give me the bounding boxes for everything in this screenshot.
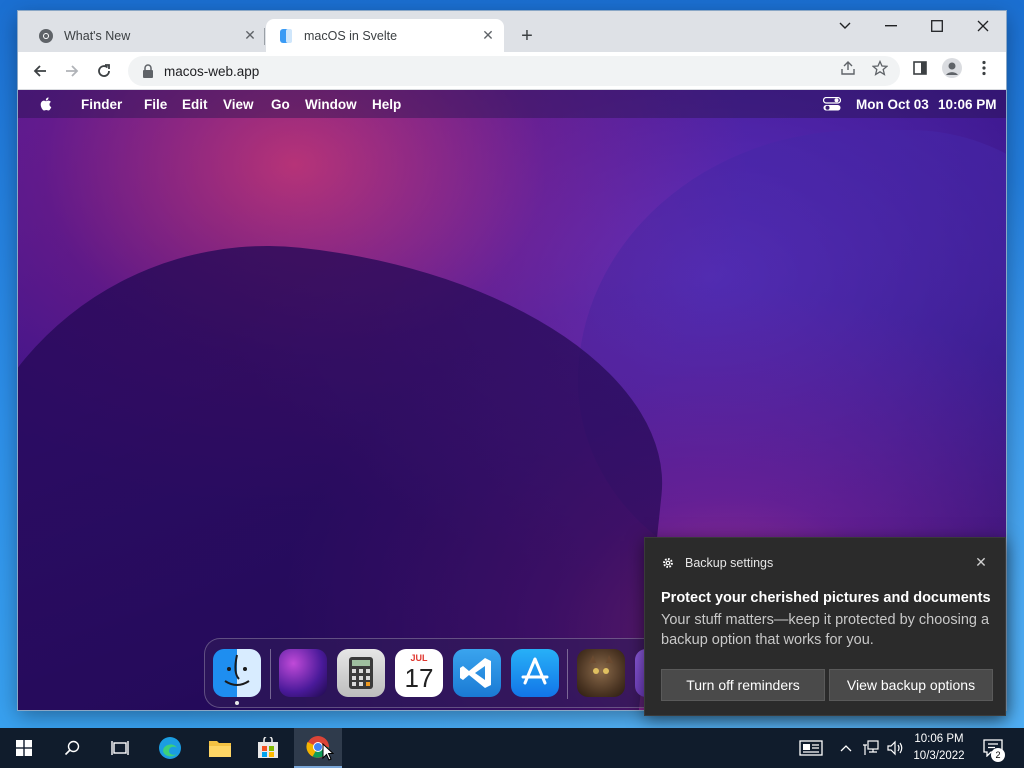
- gear-icon: [663, 558, 673, 568]
- task-view-icon[interactable]: [96, 728, 144, 768]
- tab-whats-new[interactable]: What's New ✕: [26, 19, 266, 52]
- side-panel-icon[interactable]: [909, 57, 931, 79]
- notification-app-name: Backup settings: [685, 556, 774, 570]
- browser-toolbar: macos-web.app: [18, 52, 1006, 90]
- url-text: macos-web.app: [164, 63, 260, 79]
- chevron-up-icon[interactable]: [836, 728, 856, 768]
- windows-taskbar: 10:06 PM 10/3/2022 2: [0, 728, 1024, 768]
- notification-title: Protect your cherished pictures and docu…: [661, 590, 991, 606]
- control-center-icon[interactable]: [823, 97, 841, 111]
- launchpad-icon[interactable]: [279, 649, 327, 697]
- search-icon[interactable]: [48, 728, 96, 768]
- menu-view[interactable]: View: [223, 97, 254, 112]
- kebab-menu-icon[interactable]: [973, 57, 995, 79]
- calculator-icon[interactable]: [337, 649, 385, 697]
- menu-app-finder[interactable]: Finder: [81, 97, 122, 112]
- finder-favicon-icon: [278, 28, 294, 44]
- menu-edit[interactable]: Edit: [182, 97, 208, 112]
- tab-title: macOS in Svelte: [304, 28, 398, 43]
- menu-help[interactable]: Help: [372, 97, 401, 112]
- tab-macos-in-svelte[interactable]: macOS in Svelte ✕: [266, 19, 504, 52]
- windows-notification: Backup settings ✕ Protect your cherished…: [644, 537, 1006, 716]
- notification-message: Your stuff matters—keep it protected by …: [661, 612, 990, 648]
- share-icon[interactable]: [837, 57, 859, 79]
- start-windows-icon[interactable]: [0, 728, 48, 768]
- microsoft-store-icon[interactable]: [244, 728, 292, 768]
- notification-count-badge: 2: [991, 748, 1005, 762]
- macos-menubar: Finder File Edit View Go Window Help Mon…: [18, 90, 1006, 118]
- menu-window[interactable]: Window: [305, 97, 357, 112]
- action-center-icon[interactable]: [978, 728, 1008, 768]
- back-icon[interactable]: [27, 58, 53, 84]
- wallpaper-shape: [18, 214, 684, 710]
- taskbar-date: 10/3/2022: [913, 750, 965, 762]
- new-tab-icon[interactable]: +: [515, 24, 539, 48]
- maximize-icon[interactable]: [914, 11, 960, 41]
- notification-header: Backup settings: [661, 556, 773, 570]
- news-widget-icon[interactable]: [796, 728, 826, 768]
- finder-icon[interactable]: [213, 649, 261, 697]
- profile-avatar-icon[interactable]: [941, 57, 963, 79]
- cat-photo-icon[interactable]: [577, 649, 625, 697]
- menu-file[interactable]: File: [144, 97, 167, 112]
- macos-dock: JUL 17: [204, 638, 675, 708]
- calendar-month: JUL: [410, 653, 428, 663]
- taskbar-time: 10:06 PM: [914, 733, 964, 745]
- address-bar[interactable]: macos-web.app: [128, 56, 900, 86]
- calendar-icon[interactable]: JUL 17: [395, 649, 443, 697]
- file-explorer-icon[interactable]: [196, 728, 244, 768]
- menubar-time: 10:06 PM: [938, 97, 997, 112]
- dock-divider: [567, 649, 568, 699]
- tab-title: What's New: [64, 28, 131, 43]
- reload-icon[interactable]: [91, 58, 117, 84]
- minimize-icon[interactable]: [868, 11, 914, 41]
- volume-icon[interactable]: [884, 728, 906, 768]
- chrome-taskbar-icon[interactable]: [294, 728, 342, 768]
- menu-go[interactable]: Go: [271, 97, 290, 112]
- calendar-day: 17: [404, 663, 434, 693]
- lock-icon: [143, 64, 153, 78]
- app-store-icon[interactable]: [511, 649, 559, 697]
- running-indicator: [235, 701, 239, 705]
- dock-divider: [270, 649, 271, 699]
- turn-off-reminders-button[interactable]: Turn off reminders: [661, 669, 825, 701]
- chrome-icon: [38, 28, 54, 44]
- view-backup-options-button[interactable]: View backup options: [829, 669, 993, 701]
- forward-icon[interactable]: [59, 58, 85, 84]
- mouse-cursor-icon: [322, 743, 334, 761]
- tab-strip: What's New ✕ macOS in Svelte ✕ +: [18, 11, 1006, 52]
- chevron-down-icon[interactable]: [822, 11, 868, 41]
- bookmark-star-icon[interactable]: [869, 57, 891, 79]
- close-tab-icon[interactable]: ✕: [478, 26, 498, 46]
- network-icon[interactable]: [860, 728, 882, 768]
- close-tab-icon[interactable]: ✕: [240, 26, 260, 46]
- taskbar-clock[interactable]: 10:06 PM 10/3/2022: [909, 731, 969, 765]
- tab-divider: [264, 28, 265, 45]
- menubar-date: Mon Oct 03: [856, 97, 929, 112]
- close-icon[interactable]: ✕: [973, 554, 989, 570]
- close-icon[interactable]: [960, 11, 1006, 41]
- vscode-icon[interactable]: [453, 649, 501, 697]
- apple-logo-icon[interactable]: [38, 96, 54, 112]
- edge-icon[interactable]: [146, 728, 194, 768]
